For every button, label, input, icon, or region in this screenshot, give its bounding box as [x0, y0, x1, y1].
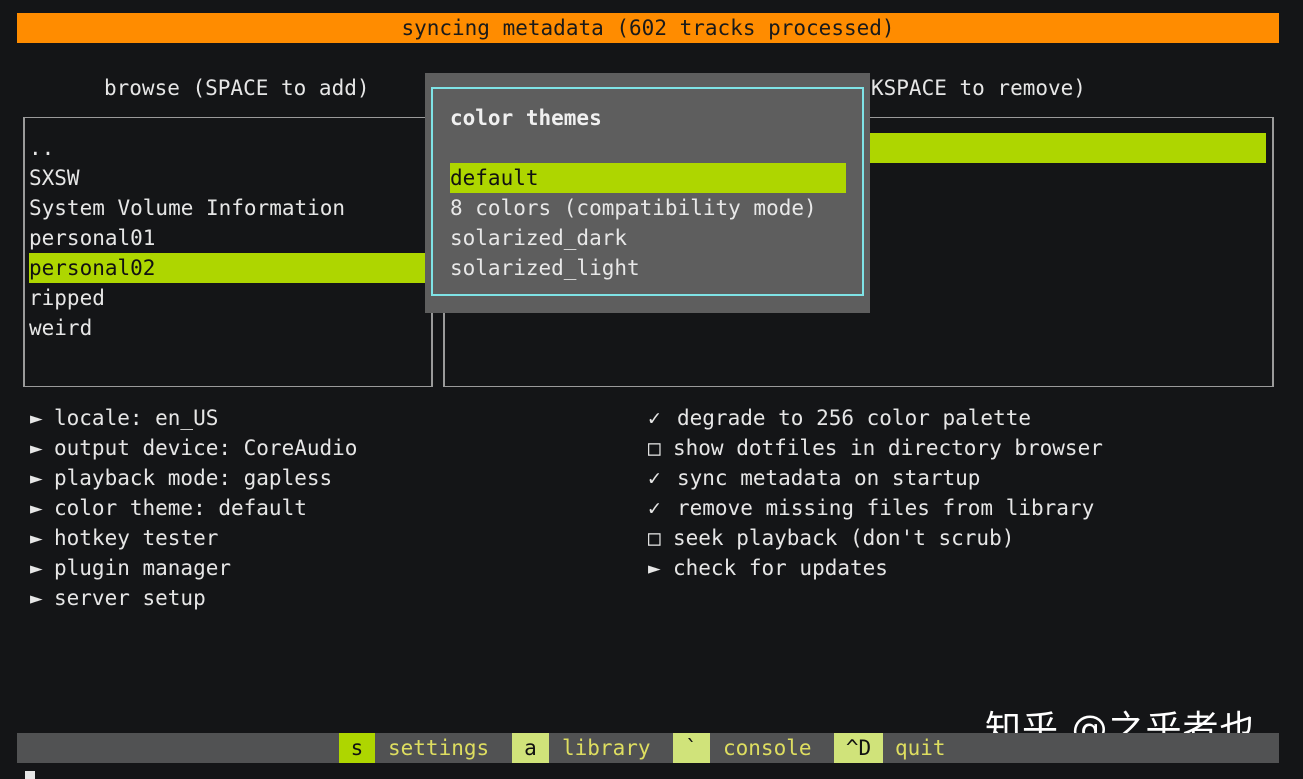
- browse-item-weird[interactable]: weird: [29, 313, 429, 343]
- sync-status-bar: syncing metadata (602 tracks processed): [17, 13, 1279, 43]
- setting-label: seek playback (don't scrub): [673, 526, 1015, 550]
- browse-item-personal01[interactable]: personal01: [29, 223, 429, 253]
- setting-label: degrade to 256 color palette: [677, 406, 1032, 430]
- setting-label: check for updates: [673, 556, 888, 580]
- arrow-right-icon: ►: [30, 466, 43, 490]
- checkmark-icon: ✓: [648, 466, 661, 490]
- arrow-right-icon: ►: [30, 406, 43, 430]
- shortcut-key-settings[interactable]: s: [339, 733, 375, 763]
- setting-color-theme[interactable]: ► color theme: default: [30, 493, 307, 523]
- theme-option-solarized-light[interactable]: solarized_light: [450, 253, 846, 283]
- browse-item-personal02[interactable]: personal02: [29, 253, 429, 283]
- setting-label: locale: en_US: [54, 406, 219, 430]
- theme-option-default[interactable]: default: [450, 163, 846, 193]
- arrow-right-icon: ►: [30, 496, 43, 520]
- shortcut-key-library[interactable]: a: [512, 733, 549, 763]
- checkmark-icon: ✓: [648, 496, 661, 520]
- shortcut-key-console[interactable]: `: [673, 733, 710, 763]
- sync-status-text: syncing metadata (602 tracks processed): [401, 16, 895, 40]
- shortcut-label-settings[interactable]: settings: [388, 733, 489, 763]
- setting-output-device[interactable]: ► output device: CoreAudio: [30, 433, 357, 463]
- library-header: KSPACE to remove): [871, 76, 1086, 100]
- arrow-right-icon: ►: [30, 556, 43, 580]
- shortcut-label-console[interactable]: console: [723, 733, 812, 763]
- arrow-right-icon: ►: [30, 586, 43, 610]
- theme-option-8-colors[interactable]: 8 colors (compatibility mode): [450, 193, 846, 223]
- arrow-right-icon: ►: [30, 526, 43, 550]
- shortcut-key-quit[interactable]: ^D: [834, 733, 883, 763]
- setting-seek-playback[interactable]: □ seek playback (don't scrub): [648, 523, 1014, 553]
- theme-option-solarized-dark[interactable]: solarized_dark: [450, 223, 846, 253]
- setting-remove-missing-files[interactable]: ✓ remove missing files from library: [648, 493, 1094, 523]
- color-theme-dialog-title: color themes: [450, 106, 602, 130]
- browse-header: browse (SPACE to add): [104, 76, 370, 100]
- checkmark-icon: ✓: [648, 406, 661, 430]
- setting-degrade-256-colors[interactable]: ✓ degrade to 256 color palette: [648, 403, 1031, 433]
- empty-checkbox-icon: □: [648, 436, 661, 460]
- browse-item-ripped[interactable]: ripped: [29, 283, 429, 313]
- setting-sync-metadata-startup[interactable]: ✓ sync metadata on startup: [648, 463, 980, 493]
- browse-item-system-volume-information[interactable]: System Volume Information: [29, 193, 429, 223]
- setting-label: playback mode: gapless: [54, 466, 333, 490]
- shortcut-label-quit[interactable]: quit: [895, 733, 946, 763]
- setting-label: sync metadata on startup: [677, 466, 981, 490]
- setting-label: show dotfiles in directory browser: [673, 436, 1103, 460]
- setting-locale[interactable]: ► locale: en_US: [30, 403, 218, 433]
- terminal-cursor: [25, 771, 35, 779]
- setting-playback-mode[interactable]: ► playback mode: gapless: [30, 463, 332, 493]
- setting-server-setup[interactable]: ► server setup: [30, 583, 206, 613]
- setting-label: output device: CoreAudio: [54, 436, 358, 460]
- setting-label: plugin manager: [54, 556, 232, 580]
- setting-hotkey-tester[interactable]: ► hotkey tester: [30, 523, 218, 553]
- setting-show-dotfiles[interactable]: □ show dotfiles in directory browser: [648, 433, 1103, 463]
- setting-plugin-manager[interactable]: ► plugin manager: [30, 553, 231, 583]
- shortcut-label-library[interactable]: library: [562, 733, 651, 763]
- arrow-right-icon: ►: [648, 556, 661, 580]
- browse-item-sxsw[interactable]: SXSW: [29, 163, 429, 193]
- setting-label: remove missing files from library: [677, 496, 1095, 520]
- setting-check-for-updates[interactable]: ► check for updates: [648, 553, 888, 583]
- arrow-right-icon: ►: [30, 436, 43, 460]
- empty-checkbox-icon: □: [648, 526, 661, 550]
- setting-label: hotkey tester: [54, 526, 219, 550]
- browse-item-parent[interactable]: ..: [29, 133, 429, 163]
- setting-label: color theme: default: [54, 496, 307, 520]
- setting-label: server setup: [54, 586, 206, 610]
